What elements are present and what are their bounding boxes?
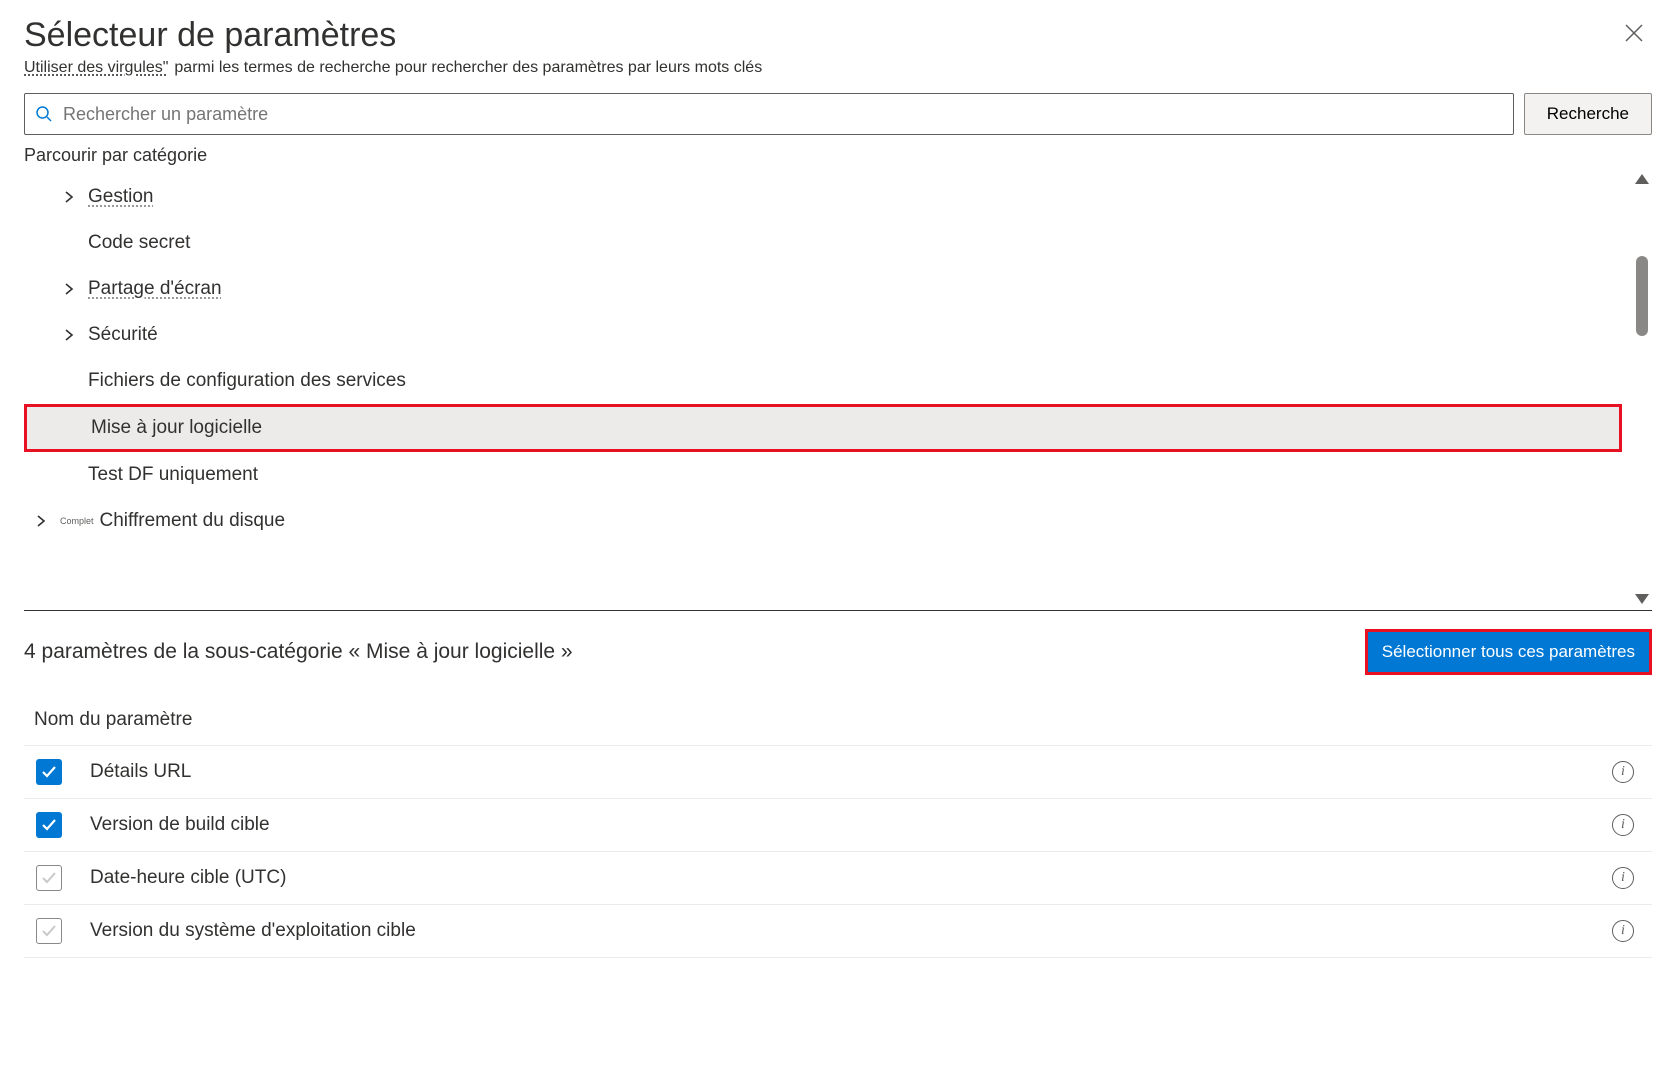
scroll-down-icon[interactable]: [1635, 594, 1649, 604]
category-label: Mise à jour logicielle: [91, 417, 262, 439]
badge-label: Complet: [60, 517, 94, 526]
category-item-s-curit-[interactable]: Sécurité: [24, 312, 1622, 358]
select-all-button[interactable]: Sélectionner tous ces paramètres: [1365, 629, 1652, 675]
info-icon[interactable]: i: [1612, 814, 1634, 836]
category-label: Partage d'écran: [88, 278, 222, 300]
category-label: Sécurité: [88, 324, 158, 346]
info-icon[interactable]: i: [1612, 920, 1634, 942]
info-icon[interactable]: i: [1612, 761, 1634, 783]
close-icon: [1624, 23, 1644, 43]
subtitle-text: parmi les termes de recherche pour reche…: [174, 59, 762, 77]
category-label: Gestion: [88, 186, 153, 208]
page-subtitle: Utiliser des virgules" parmi les termes …: [24, 59, 1652, 77]
setting-row: Version du système d'exploitation ciblei: [24, 905, 1652, 958]
subtitle-keyword: Utiliser des virgules": [24, 59, 168, 77]
checkbox[interactable]: [36, 918, 62, 944]
setting-name-label: Version de build cible: [90, 814, 1612, 836]
close-button[interactable]: [1616, 16, 1652, 52]
setting-name-label: Détails URL: [90, 761, 1612, 783]
category-item-partage-d-cran[interactable]: Partage d'écran: [24, 266, 1622, 312]
checkbox[interactable]: [36, 812, 62, 838]
setting-row: Version de build ciblei: [24, 799, 1652, 852]
browse-by-category-label: Parcourir par catégorie: [24, 145, 1652, 166]
scrollbar[interactable]: [1636, 174, 1648, 604]
search-box[interactable]: [24, 93, 1514, 135]
subcategory-count-label: 4 paramètres de la sous-catégorie « Mise…: [24, 640, 573, 664]
category-label: Chiffrement du disque: [100, 510, 286, 532]
checkbox[interactable]: [36, 759, 62, 785]
category-item-fichiers-de-configuration-des-services[interactable]: Fichiers de configuration des services: [24, 358, 1622, 404]
page-title: Sélecteur de paramètres: [24, 16, 396, 55]
search-button[interactable]: Recherche: [1524, 93, 1652, 135]
chevron-right-icon: [60, 326, 78, 344]
chevron-right-icon: [60, 280, 78, 298]
category-tree: Gestion Code secret Partage d'écran Sécurit…: [24, 174, 1652, 604]
scroll-thumb[interactable]: [1636, 256, 1648, 336]
search-icon: [35, 105, 53, 123]
category-label: Fichiers de configuration des services: [88, 370, 406, 392]
checkbox[interactable]: [36, 865, 62, 891]
category-item-chiffrement-du-disque[interactable]: Complet Chiffrement du disque: [24, 498, 1622, 544]
info-icon[interactable]: i: [1612, 867, 1634, 889]
category-item-code-secret[interactable]: Code secret: [24, 220, 1622, 266]
category-label: Code secret: [88, 232, 190, 254]
search-input[interactable]: [63, 104, 1503, 125]
chevron-right-icon: [32, 512, 50, 530]
setting-row: Date-heure cible (UTC)i: [24, 852, 1652, 905]
category-item-gestion[interactable]: Gestion: [24, 174, 1622, 220]
column-header-setting-name: Nom du paramètre: [24, 701, 1652, 745]
category-item-test-df-uniquement[interactable]: Test DF uniquement: [24, 452, 1622, 498]
scroll-up-icon[interactable]: [1635, 174, 1649, 184]
setting-name-label: Date-heure cible (UTC): [90, 867, 1612, 889]
category-item-mise-jour-logicielle[interactable]: Mise à jour logicielle: [24, 404, 1622, 452]
chevron-right-icon: [60, 188, 78, 206]
category-label: Test DF uniquement: [88, 464, 258, 486]
divider: [24, 610, 1652, 611]
setting-name-label: Version du système d'exploitation cible: [90, 920, 1612, 942]
setting-row: Détails URLi: [24, 745, 1652, 799]
